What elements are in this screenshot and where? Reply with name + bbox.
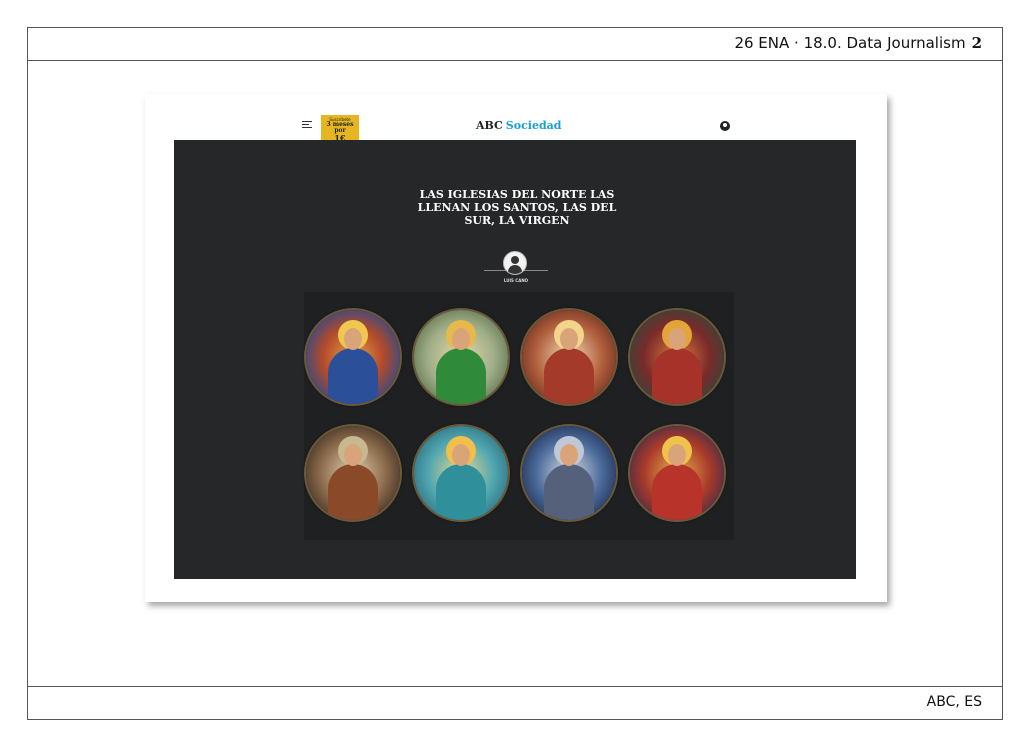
figure-robe — [436, 348, 486, 404]
article-screenshot: Suscríbete 3 meses por 1€ ABC Sociedad LA… — [145, 94, 887, 602]
figure-robe — [652, 464, 702, 520]
slide-title-text: 26 ENA · 18.0. Data Journalism — [734, 34, 966, 52]
page-number: 2 — [971, 34, 982, 52]
article-hero: LAS IGLESIAS DEL NORTE LAS LLENAN LOS SA… — [174, 140, 856, 579]
figure-robe — [544, 348, 594, 404]
figure-head — [560, 328, 578, 350]
saint-medallion-saint-green[interactable] — [414, 310, 508, 404]
figure-robe — [544, 464, 594, 520]
logo-brand: ABC — [476, 119, 503, 132]
figure-head — [560, 444, 578, 466]
saint-medallion-virgin-praying[interactable] — [306, 310, 400, 404]
slide-header: 26 ENA · 18.0. Data Journalism 2 — [28, 28, 1002, 61]
figure-robe — [328, 464, 378, 520]
article-headline: LAS IGLESIAS DEL NORTE LAS LLENAN LOS SA… — [417, 188, 617, 227]
figure-head — [668, 444, 686, 466]
figure-head — [344, 444, 362, 466]
saints-grid — [304, 292, 734, 540]
logo-section: Sociedad — [505, 119, 562, 132]
figure-head — [452, 328, 470, 350]
slide-title: 26 ENA · 18.0. Data Journalism 2 — [734, 34, 982, 52]
figure-head — [452, 444, 470, 466]
saint-medallion-saint-john[interactable] — [306, 426, 400, 520]
site-topbar: Suscríbete 3 meses por 1€ ABC Sociedad — [145, 94, 887, 142]
site-logo[interactable]: ABC Sociedad — [476, 119, 561, 132]
saint-medallion-saint-soldier[interactable] — [630, 426, 724, 520]
figure-robe — [328, 348, 378, 404]
author-avatar — [503, 251, 527, 275]
saint-medallion-saint-red[interactable] — [630, 310, 724, 404]
author-name[interactable]: LUIS CANO — [486, 278, 546, 283]
slide-footer: ABC, ES — [28, 686, 1002, 719]
subscription-promo[interactable]: Suscríbete 3 meses por 1€ — [321, 115, 359, 142]
user-account-icon[interactable] — [720, 121, 730, 131]
figure-head — [668, 328, 686, 350]
saint-medallion-virgin-child[interactable] — [522, 310, 616, 404]
figure-robe — [652, 348, 702, 404]
source-label: ABC, ES — [926, 694, 982, 710]
figure-robe — [436, 464, 486, 520]
saint-medallion-virgin-teal[interactable] — [414, 426, 508, 520]
saint-medallion-archangel[interactable] — [522, 426, 616, 520]
figure-head — [344, 328, 362, 350]
hamburger-menu-icon[interactable] — [302, 121, 312, 130]
